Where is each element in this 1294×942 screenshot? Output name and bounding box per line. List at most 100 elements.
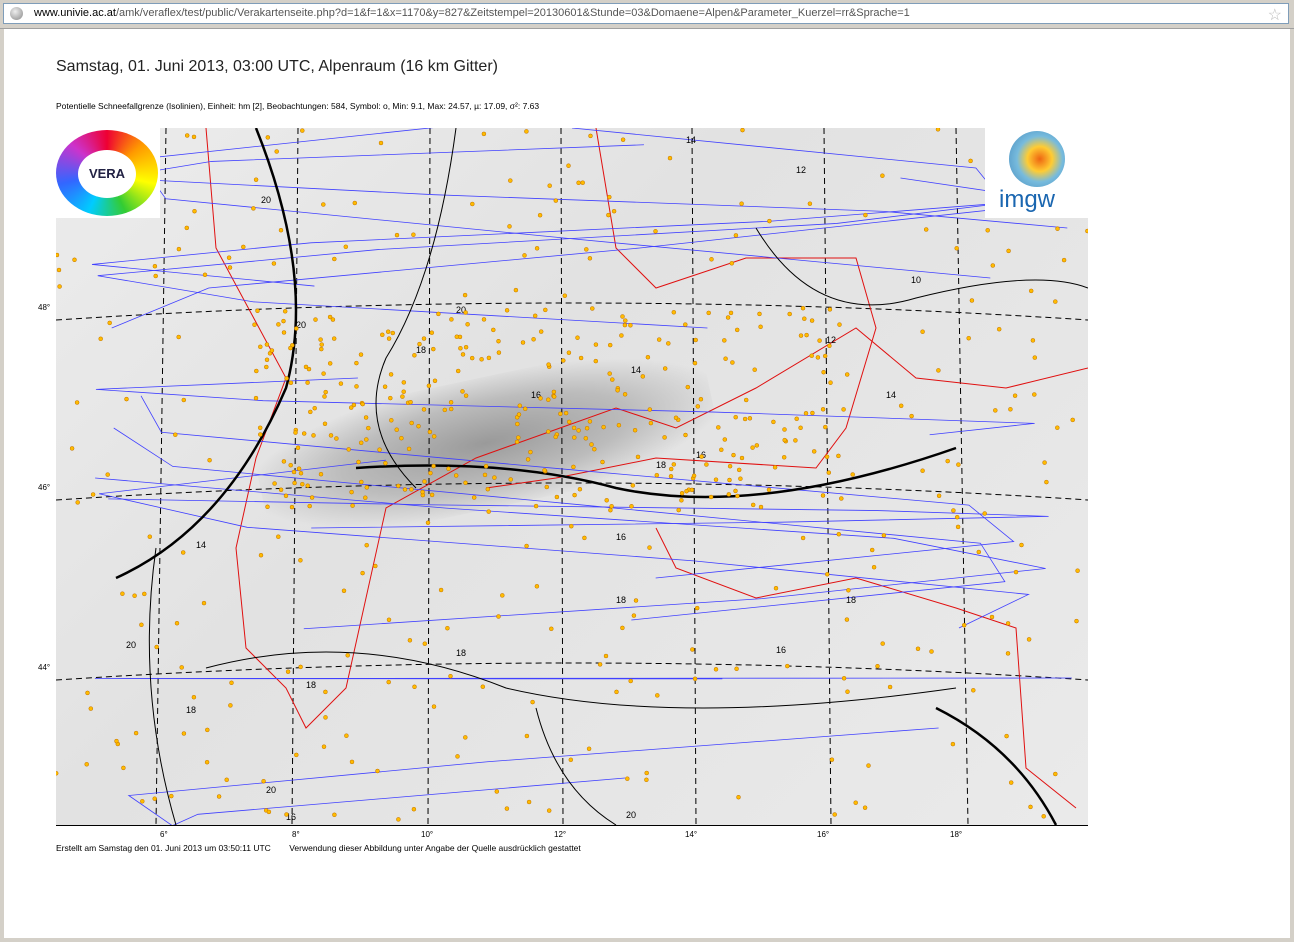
station-marker: [378, 140, 384, 146]
station-marker: [731, 452, 736, 458]
river: [94, 677, 1072, 680]
station-marker: [719, 447, 724, 453]
station-marker: [610, 377, 615, 382]
contour-label: 18: [456, 648, 466, 658]
star-icon[interactable]: ☆: [1268, 5, 1282, 25]
station-marker: [153, 273, 158, 279]
station-marker: [766, 487, 772, 493]
station-marker: [1030, 338, 1036, 343]
station-marker: [300, 481, 305, 487]
station-marker: [121, 765, 126, 771]
station-marker: [593, 358, 599, 364]
station-marker: [982, 511, 987, 516]
station-marker: [798, 425, 803, 431]
station-marker: [898, 403, 904, 409]
station-marker: [363, 415, 369, 420]
usage-note: Verwendung dieser Abbildung unter Angabe…: [289, 843, 581, 853]
parallel-line: [56, 662, 1088, 681]
station-marker: [460, 389, 465, 394]
station-marker: [692, 676, 698, 682]
station-marker: [693, 337, 698, 343]
station-marker: [773, 585, 779, 591]
station-marker: [684, 488, 689, 494]
station-marker: [356, 459, 361, 465]
url-input[interactable]: www.univie.ac.at/amk/veraflex/test/publi…: [3, 3, 1289, 24]
station-marker: [785, 663, 790, 669]
station-marker: [318, 471, 324, 477]
station-marker: [442, 407, 448, 413]
station-marker: [458, 346, 463, 351]
station-marker: [491, 327, 496, 333]
globe-icon: [10, 7, 23, 20]
station-marker: [1028, 804, 1033, 810]
station-marker: [431, 704, 437, 709]
station-marker: [412, 684, 417, 690]
station-marker: [520, 340, 526, 345]
station-marker: [800, 305, 806, 311]
station-marker: [455, 368, 461, 374]
station-marker: [844, 372, 850, 377]
station-marker: [603, 653, 609, 659]
station-marker: [522, 406, 528, 412]
station-marker: [600, 459, 605, 465]
station-marker: [528, 449, 533, 455]
station-marker: [524, 733, 530, 739]
station-marker: [205, 727, 210, 733]
station-marker: [530, 699, 535, 705]
station-marker: [826, 470, 832, 475]
station-marker: [955, 524, 961, 530]
station-marker: [1004, 733, 1009, 739]
station-marker: [1070, 417, 1075, 423]
station-marker: [683, 322, 688, 327]
station-marker: [508, 477, 513, 482]
station-marker: [569, 523, 574, 529]
station-marker: [288, 462, 293, 468]
station-marker: [278, 487, 284, 493]
station-marker: [743, 397, 749, 403]
station-marker: [179, 665, 184, 670]
station-marker: [704, 462, 709, 467]
station-marker: [462, 292, 468, 298]
station-marker: [228, 703, 233, 708]
station-marker: [757, 311, 762, 317]
station-marker: [576, 180, 581, 186]
contour-label: 18: [416, 345, 426, 355]
station-marker: [255, 308, 260, 314]
river: [97, 196, 1053, 329]
station-marker: [563, 410, 569, 416]
station-marker: [180, 550, 186, 555]
station-marker: [543, 307, 548, 313]
contour-label: 18: [846, 595, 856, 605]
station-marker: [635, 454, 641, 460]
station-marker: [708, 494, 714, 500]
station-marker: [400, 394, 405, 399]
station-marker: [322, 421, 328, 427]
lon-label: 18°: [950, 830, 963, 839]
station-marker: [625, 776, 630, 781]
station-marker: [479, 357, 484, 362]
station-marker: [683, 432, 688, 438]
station-marker: [298, 558, 303, 563]
station-marker: [288, 345, 293, 351]
station-marker: [470, 201, 475, 207]
station-marker: [736, 794, 741, 800]
station-marker: [482, 472, 488, 478]
station-marker: [601, 424, 606, 430]
station-marker: [803, 411, 809, 416]
station-marker: [401, 380, 407, 385]
station-marker: [798, 333, 804, 338]
station-marker: [966, 335, 971, 341]
station-marker: [820, 407, 826, 412]
station-marker: [1085, 228, 1088, 234]
station-marker: [553, 198, 559, 203]
station-marker: [207, 457, 212, 463]
station-marker: [366, 425, 371, 431]
weather-map: 2020201816141412121014161816181816141820…: [56, 128, 1088, 826]
station-marker: [654, 472, 660, 478]
station-marker: [312, 405, 317, 411]
station-marker: [309, 495, 315, 500]
station-marker: [107, 320, 112, 326]
station-marker: [691, 473, 697, 479]
station-marker: [285, 669, 291, 674]
station-marker: [399, 435, 404, 441]
